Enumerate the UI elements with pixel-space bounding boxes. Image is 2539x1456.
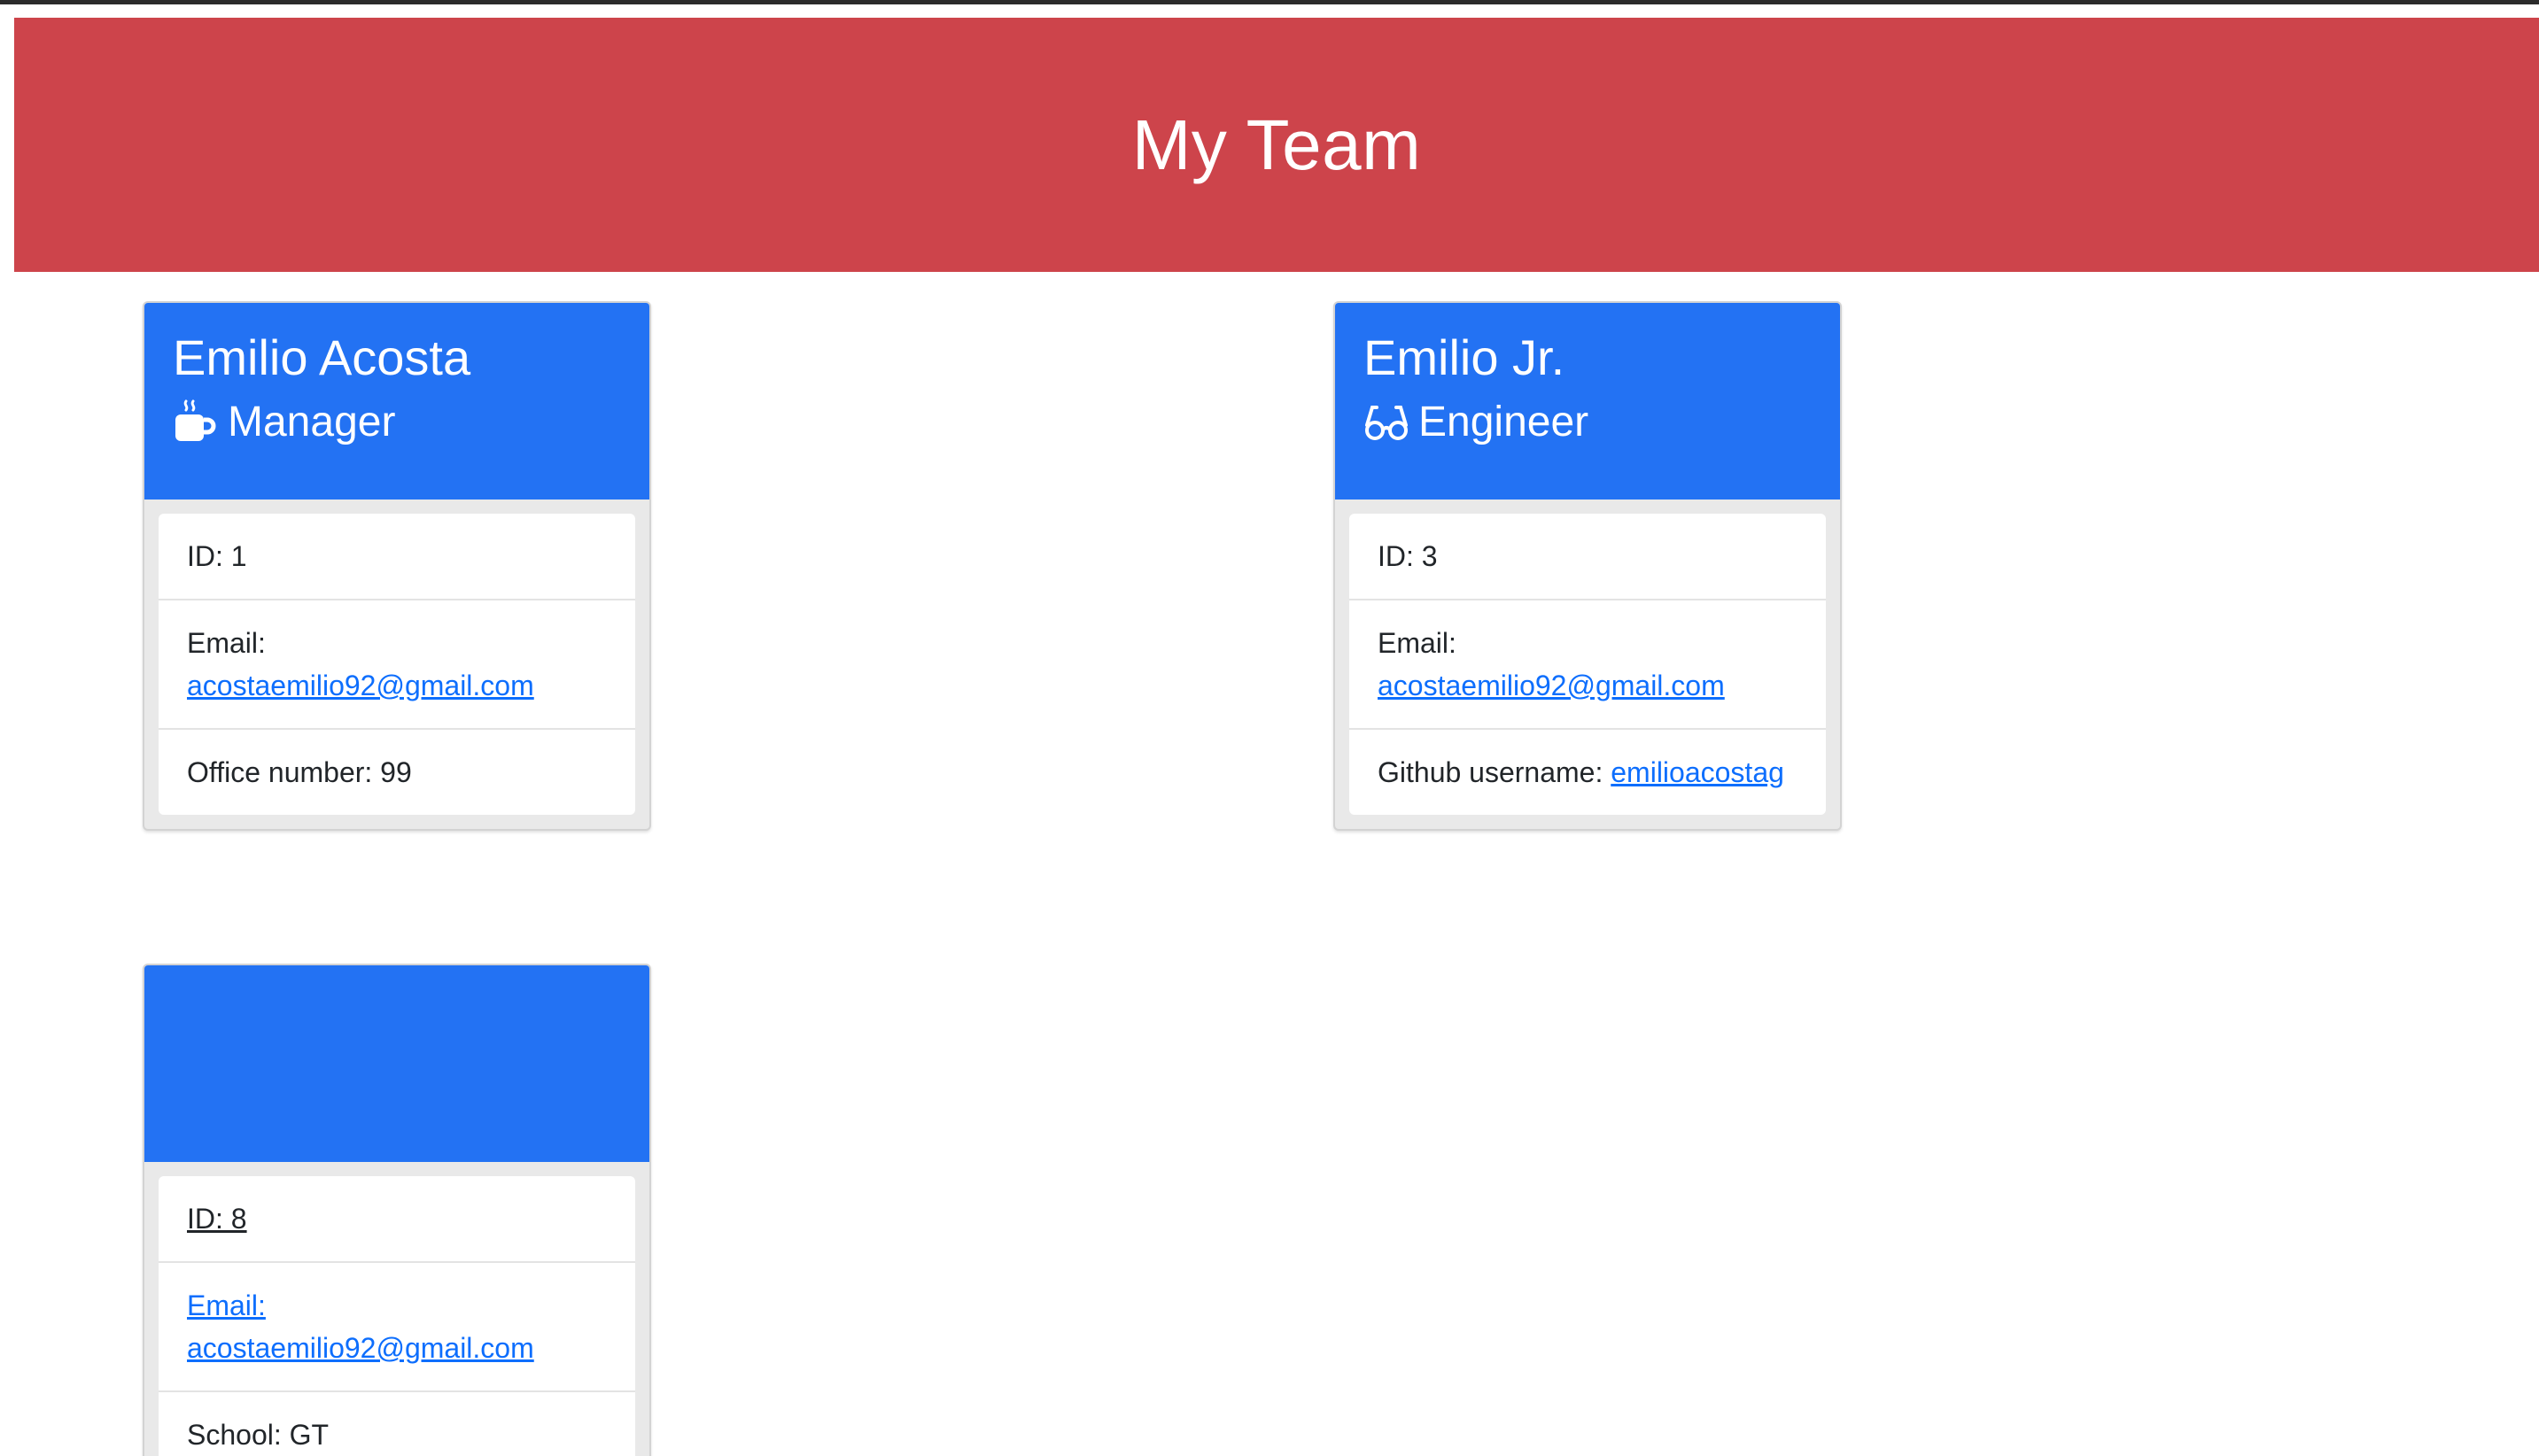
- employee-email-row: Email: acostaemilio92@gmail.com: [1349, 600, 1826, 730]
- card-header: Emilio Jr. Engineer: [1335, 303, 1840, 500]
- employee-name: Emilio Jr.: [1363, 329, 1565, 385]
- email-link[interactable]: acostaemilio92@gmail.com: [187, 670, 534, 701]
- page-title: My Team: [1131, 105, 1422, 184]
- employee-id-row: ID: 8: [159, 1176, 635, 1263]
- employee-role-label: Manager: [228, 398, 396, 445]
- employee-id[interactable]: ID: 8: [187, 1203, 247, 1235]
- employee-details: ID: 1 Email: acostaemilio92@gmail.com Of…: [159, 514, 635, 815]
- card-header: [144, 965, 649, 1162]
- employee-email-row: Email: acostaemilio92@gmail.com: [159, 600, 635, 730]
- coffee-mug-icon: [173, 399, 219, 445]
- glasses-icon: [1363, 399, 1409, 445]
- page-banner: My Team: [14, 18, 2539, 272]
- employee-role: [173, 1059, 621, 1109]
- employee-details: ID: 3 Email: acostaemilio92@gmail.com Gi…: [1349, 514, 1826, 815]
- employee-card-engineer: Emilio Jr. Engineer ID: 3 Email: acostae…: [1333, 301, 1842, 831]
- office-number: Office number: 99: [187, 756, 412, 788]
- email-label: Email:: [1378, 627, 1456, 659]
- employee-role: Engineer: [1363, 397, 1812, 446]
- employee-card-manager: Emilio Acosta Manager ID: 1 Email: acost…: [143, 301, 651, 831]
- top-border: [0, 0, 2539, 4]
- employee-name: Emilio Acosta: [173, 329, 471, 385]
- employee-role: Manager: [173, 397, 621, 446]
- github-link[interactable]: emilioacostag: [1611, 756, 1784, 788]
- email-link[interactable]: acostaemilio92@gmail.com: [187, 1332, 534, 1364]
- email-label[interactable]: Email:: [187, 1289, 266, 1321]
- employee-id: ID: 3: [1349, 514, 1826, 600]
- email-link[interactable]: acostaemilio92@gmail.com: [1378, 670, 1725, 701]
- employee-email-row: Email: acostaemilio92@gmail.com: [159, 1263, 635, 1392]
- school: School: GT: [187, 1419, 330, 1451]
- github-row: Github username: emilioacostag: [1349, 730, 1826, 815]
- email-label: Email:: [187, 627, 266, 659]
- employee-name: [173, 992, 621, 1049]
- card-header: Emilio Acosta Manager: [144, 303, 649, 500]
- employee-card-intern: ID: 8 Email: acostaemilio92@gmail.com Sc…: [143, 964, 651, 1456]
- employee-id: ID: 1: [159, 514, 635, 600]
- github-label: Github username:: [1378, 756, 1603, 788]
- employee-role-label: Engineer: [1418, 398, 1589, 445]
- employee-details: ID: 8 Email: acostaemilio92@gmail.com Sc…: [159, 1176, 635, 1456]
